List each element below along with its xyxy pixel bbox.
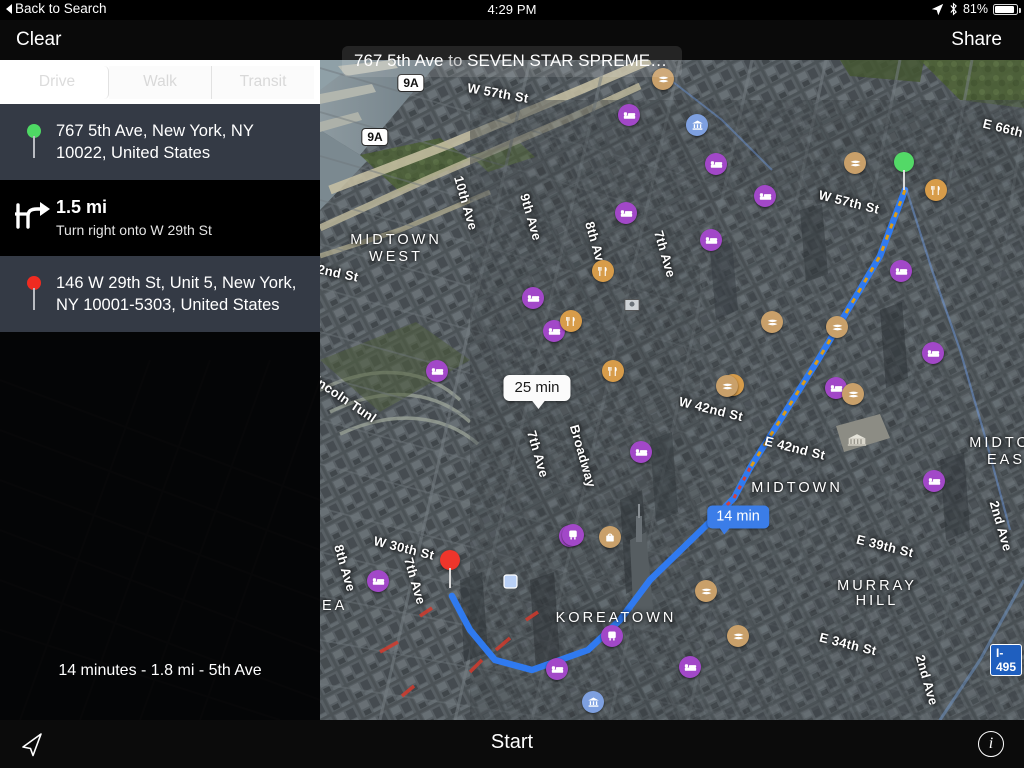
map-destination-pin[interactable] bbox=[440, 550, 460, 588]
status-bar-clock: 4:29 PM bbox=[487, 2, 537, 17]
maps-app-window: W 57th St W 57th St 10th Ave 9th Ave 8th Ave… bbox=[0, 0, 1024, 768]
map-view[interactable]: W 57th St W 57th St 10th Ave 9th Ave 8th Ave… bbox=[320, 60, 1024, 720]
destination-pin-column bbox=[12, 272, 56, 310]
museum-icon[interactable] bbox=[686, 114, 708, 136]
route-step-turn[interactable]: 1.5 mi Turn right onto W 29th St bbox=[0, 180, 320, 256]
start-navigation-button[interactable]: Start bbox=[491, 731, 533, 754]
hotel-icon[interactable] bbox=[630, 441, 652, 463]
highway-shield: I-495 bbox=[989, 644, 1023, 676]
turn-right-icon bbox=[15, 202, 50, 229]
origin-pin-icon bbox=[27, 124, 41, 158]
hotel-icon[interactable] bbox=[700, 229, 722, 251]
info-button[interactable]: i bbox=[978, 731, 1004, 757]
clear-button[interactable]: Clear bbox=[16, 29, 61, 51]
origin-text: 767 5th Ave, New York, NY 10022, United … bbox=[56, 120, 306, 164]
highway-shield: 9A bbox=[361, 128, 389, 146]
route-title-field[interactable]: 767 5th Ave to SEVEN STAR SPREME PRE… bbox=[342, 46, 682, 77]
cafe-icon[interactable] bbox=[695, 580, 717, 602]
restaurant-icon[interactable] bbox=[925, 179, 947, 201]
share-button[interactable]: Share bbox=[951, 29, 1002, 51]
hotel-icon[interactable] bbox=[615, 202, 637, 224]
hotel-icon[interactable] bbox=[705, 153, 727, 175]
museum-icon[interactable] bbox=[582, 691, 604, 713]
hotel-icon[interactable] bbox=[890, 260, 912, 282]
destination-text: 146 W 29th St, Unit 5, New York, NY 1000… bbox=[56, 272, 306, 316]
navigation-bar: Clear 767 5th Ave to SEVEN STAR SPREME P… bbox=[0, 20, 1024, 77]
destination-pin-stem bbox=[448, 568, 452, 588]
origin-pin-column bbox=[12, 120, 56, 158]
turn-text: 1.5 mi Turn right onto W 29th St bbox=[56, 196, 306, 240]
battery-icon bbox=[993, 3, 1021, 15]
turn-icon-column bbox=[12, 196, 56, 230]
cafe-icon[interactable] bbox=[727, 625, 749, 647]
photo-icon[interactable] bbox=[624, 298, 640, 316]
hotel-icon[interactable] bbox=[923, 470, 945, 492]
route-steps-list: 767 5th Ave, New York, NY 10022, United … bbox=[0, 104, 320, 332]
route-title-connector: to bbox=[443, 51, 468, 70]
destination-pin-stem bbox=[33, 288, 35, 310]
route-step-origin[interactable]: 767 5th Ave, New York, NY 10022, United … bbox=[0, 104, 320, 180]
hotel-icon[interactable] bbox=[618, 104, 640, 126]
restaurant-icon[interactable] bbox=[560, 310, 582, 332]
restaurant-icon[interactable] bbox=[592, 260, 614, 282]
start-pin-stem bbox=[902, 170, 906, 190]
bottom-toolbar: Start i bbox=[0, 720, 1024, 768]
hotel-icon[interactable] bbox=[754, 185, 776, 207]
hotel-icon[interactable] bbox=[367, 570, 389, 592]
bluetooth-icon bbox=[950, 2, 957, 16]
hotel-icon[interactable] bbox=[679, 656, 701, 678]
map-start-pin[interactable] bbox=[894, 152, 914, 190]
status-bar: Back to Search 4:29 PM 81% bbox=[0, 0, 1024, 20]
transport-mode-segmented-control[interactable]: Drive Walk Transit bbox=[0, 60, 320, 104]
map-satellite-imagery bbox=[320, 60, 1024, 720]
cafe-icon[interactable] bbox=[761, 311, 783, 333]
shop-icon[interactable] bbox=[599, 526, 621, 548]
origin-pin-stem bbox=[33, 136, 35, 158]
destination-pin-head bbox=[440, 550, 460, 570]
hotel-icon[interactable] bbox=[546, 658, 568, 680]
eta-badge-selected[interactable]: 14 min bbox=[707, 505, 769, 535]
mode-drive-segment[interactable]: Drive bbox=[6, 65, 109, 99]
route-title-origin: 767 5th Ave bbox=[354, 51, 444, 70]
destination-pin-icon bbox=[27, 276, 41, 310]
hotel-icon[interactable] bbox=[922, 342, 944, 364]
route-summary: 14 minutes - 1.8 mi - 5th Ave bbox=[58, 662, 262, 679]
turn-distance: 1.5 mi bbox=[56, 197, 108, 217]
cafe-icon[interactable] bbox=[826, 316, 848, 338]
start-pin-head bbox=[894, 152, 914, 172]
hotel-icon[interactable] bbox=[522, 287, 544, 309]
cafe-icon[interactable] bbox=[844, 152, 866, 174]
battery-percent-label: 81% bbox=[962, 2, 988, 16]
cafe-icon[interactable] bbox=[716, 375, 738, 397]
destination-address: 146 W 29th St, Unit 5, New York, NY 1000… bbox=[56, 274, 297, 314]
transit-icon[interactable] bbox=[562, 524, 584, 546]
current-location-icon[interactable] bbox=[18, 730, 46, 758]
landmark-icon[interactable] bbox=[847, 433, 867, 451]
turn-instruction: Turn right onto W 29th St bbox=[56, 222, 212, 238]
restaurant-icon[interactable] bbox=[602, 360, 624, 382]
route-step-destination[interactable]: 146 W 29th St, Unit 5, New York, NY 1000… bbox=[0, 256, 320, 332]
location-services-icon bbox=[931, 3, 944, 15]
route-panel: Drive Walk Transit 767 5th Ave, New York… bbox=[0, 60, 320, 720]
mode-walk-segment[interactable]: Walk bbox=[109, 65, 212, 99]
eta-bubble-alternate[interactable]: 25 min bbox=[503, 375, 571, 409]
transit-icon[interactable] bbox=[601, 625, 623, 647]
hotel-icon[interactable] bbox=[426, 360, 448, 382]
status-bar-indicators: 81% bbox=[931, 2, 1021, 16]
origin-address: 767 5th Ave, New York, NY 10022, United … bbox=[56, 122, 254, 162]
cafe-icon[interactable] bbox=[842, 383, 864, 405]
mode-transit-segment[interactable]: Transit bbox=[212, 65, 314, 99]
route-title-destination: SEVEN STAR SPREME PRE… bbox=[467, 51, 682, 70]
battery-fill bbox=[995, 5, 1014, 13]
